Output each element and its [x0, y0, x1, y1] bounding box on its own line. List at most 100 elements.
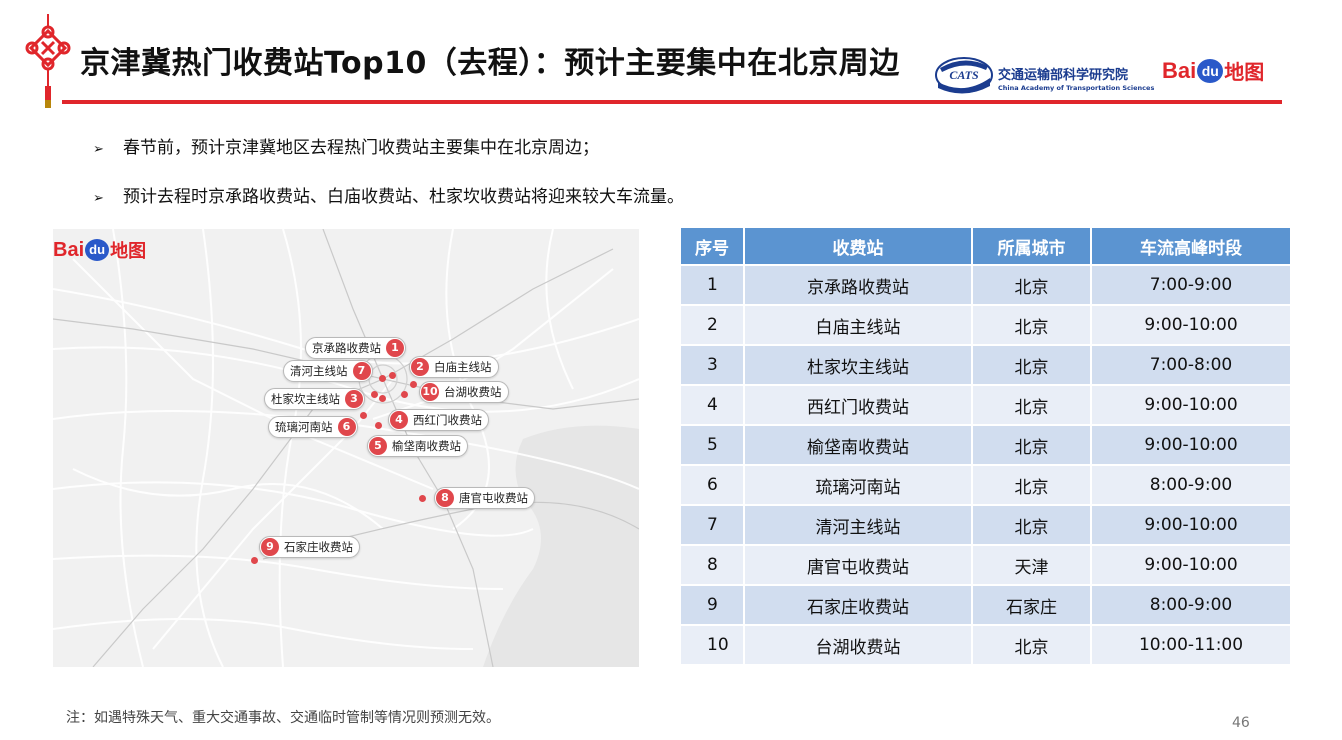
- station-label-text: 杜家坎主线站: [271, 392, 340, 406]
- baidu-logo-ditu: 地图: [110, 241, 147, 261]
- org-name: 交通运输部科学研究院: [998, 68, 1129, 83]
- station-label-text: 白庙主线站: [434, 360, 492, 374]
- table-row: 10 台湖收费站 北京 10:00-11:00: [681, 626, 1290, 664]
- col-header-peak: 车流高峰时段: [1092, 228, 1290, 264]
- cell-peak: 8:00-9:00: [1092, 586, 1290, 624]
- cell-no: 5: [681, 426, 743, 464]
- station-label[interactable]: 杜家坎主线站 3: [264, 388, 365, 410]
- table-row: 3 杜家坎主线站 北京 7:00-8:00: [681, 346, 1290, 384]
- station-dot[interactable]: [410, 381, 417, 388]
- baidu-map-logo: Bai du 地图: [1162, 56, 1264, 85]
- cell-no: 2: [681, 306, 743, 344]
- station-dot[interactable]: [379, 395, 386, 402]
- station-label[interactable]: 琉璃河南站 6: [268, 416, 358, 438]
- station-number-badge: 5: [369, 437, 387, 455]
- station-dot[interactable]: [360, 412, 367, 419]
- cell-city: 北京: [973, 386, 1090, 424]
- station-number-badge: 8: [436, 489, 454, 507]
- bullet-text: 预计去程时京承路收费站、白庙收费站、杜家坎收费站将迎来较大车流量。: [123, 187, 684, 207]
- station-number-badge: 7: [352, 362, 371, 380]
- cell-station: 西红门收费站: [745, 386, 971, 424]
- cell-city: 北京: [973, 346, 1090, 384]
- cell-city: 北京: [973, 626, 1090, 664]
- table-row: 5 榆垡南收费站 北京 9:00-10:00: [681, 426, 1290, 464]
- station-label[interactable]: 10 台湖收费站: [419, 381, 509, 403]
- cell-city: 北京: [973, 466, 1090, 504]
- cell-no: 7: [681, 506, 743, 544]
- cell-city: 北京: [973, 506, 1090, 544]
- cell-station: 清河主线站: [745, 506, 971, 544]
- station-label-text: 台湖收费站: [444, 385, 502, 399]
- cats-logo-text: CATS: [949, 68, 979, 82]
- page-title: 京津冀热门收费站Top10（去程）：预计主要集中在北京周边: [80, 46, 900, 81]
- cell-no: 1: [681, 266, 743, 304]
- station-label[interactable]: 京承路收费站 1: [305, 337, 406, 359]
- station-label-text: 石家庄收费站: [284, 540, 353, 554]
- cell-peak: 10:00-11:00: [1092, 626, 1290, 664]
- cell-no: 3: [681, 346, 743, 384]
- table-row: 1 京承路收费站 北京 7:00-9:00: [681, 266, 1290, 304]
- baidu-logo-ditu: 地图: [1224, 62, 1265, 84]
- cell-city: 北京: [973, 306, 1090, 344]
- station-label[interactable]: 8 唐官屯收费站: [434, 487, 535, 509]
- station-label-text: 琉璃河南站: [275, 420, 333, 434]
- table-header-row: 序号 收费站 所属城市 车流高峰时段: [681, 228, 1290, 264]
- baidu-logo-du: du: [89, 242, 106, 257]
- cell-peak: 9:00-10:00: [1092, 426, 1290, 464]
- col-header-city: 所属城市: [973, 228, 1090, 264]
- cell-no: 8: [681, 546, 743, 584]
- cell-station: 石家庄收费站: [745, 586, 971, 624]
- station-dot[interactable]: [389, 372, 396, 379]
- title-underline: [62, 100, 1282, 104]
- station-label-text: 京承路收费站: [312, 341, 381, 355]
- cell-no: 6: [681, 466, 743, 504]
- cell-peak: 9:00-10:00: [1092, 306, 1290, 344]
- cell-no: 10: [681, 626, 743, 664]
- cell-peak: 9:00-10:00: [1092, 386, 1290, 424]
- table-row: 6 琉璃河南站 北京 8:00-9:00: [681, 466, 1290, 504]
- toll-station-table: 序号 收费站 所属城市 车流高峰时段 1 京承路收费站 北京 7:00-9:00…: [679, 226, 1292, 666]
- cell-station: 榆垡南收费站: [745, 426, 971, 464]
- bullet-text: 春节前，预计京津冀地区去程热门收费站主要集中在北京周边；: [123, 138, 599, 158]
- station-dot[interactable]: [379, 375, 386, 382]
- table-row: 2 白庙主线站 北京 9:00-10:00: [681, 306, 1290, 344]
- baidu-logo-bai: Bai: [1162, 57, 1197, 83]
- station-label-text: 榆垡南收费站: [392, 439, 461, 453]
- cell-peak: 9:00-10:00: [1092, 546, 1290, 584]
- baidu-paw-icon: du: [1197, 58, 1224, 83]
- baidu-paw-icon: du: [85, 239, 110, 261]
- baidu-logo-du: du: [1201, 62, 1219, 79]
- station-dot[interactable]: [401, 391, 408, 398]
- station-label[interactable]: 清河主线站 7: [283, 360, 373, 382]
- station-dot[interactable]: [419, 495, 426, 502]
- station-label[interactable]: 4 西红门收费站: [388, 409, 489, 431]
- station-number-badge: 9: [261, 538, 279, 556]
- baidu-map-logo: Bai du 地图: [53, 237, 146, 263]
- station-label[interactable]: 5 榆垡南收费站: [367, 435, 468, 457]
- toll-station-map[interactable]: Bai du 地图 京承路收费站 1 2 白庙主线站 杜家坎主线站 3 4 西红门收费站…: [53, 229, 639, 667]
- station-dot[interactable]: [251, 557, 258, 564]
- cell-peak: 8:00-9:00: [1092, 466, 1290, 504]
- table-row: 7 清河主线站 北京 9:00-10:00: [681, 506, 1290, 544]
- station-dot[interactable]: [375, 422, 382, 429]
- map-roads: [53, 229, 639, 667]
- cell-city: 北京: [973, 266, 1090, 304]
- cats-logo-icon: CATS: [935, 57, 993, 94]
- table-row: 8 唐官屯收费站 天津 9:00-10:00: [681, 546, 1290, 584]
- cell-station: 京承路收费站: [745, 266, 971, 304]
- cell-station: 唐官屯收费站: [745, 546, 971, 584]
- cell-station: 杜家坎主线站: [745, 346, 971, 384]
- cell-city: 石家庄: [973, 586, 1090, 624]
- station-label[interactable]: 2 白庙主线站: [409, 356, 499, 378]
- station-label[interactable]: 9 石家庄收费站: [259, 536, 360, 558]
- bullet-arrow-icon: ➢: [93, 142, 104, 157]
- station-label-text: 西红门收费站: [413, 413, 482, 427]
- footnote: 注：如遇特殊天气、重大交通事故、交通临时管制等情况则预测无效。: [66, 710, 500, 726]
- station-dot[interactable]: [371, 391, 378, 398]
- chinese-knot-icon: [25, 14, 71, 108]
- station-label-text: 唐官屯收费站: [459, 491, 528, 505]
- station-number-badge: 4: [390, 411, 408, 429]
- station-number-badge: 2: [411, 358, 429, 376]
- station-label-text: 清河主线站: [290, 364, 348, 378]
- cell-city: 北京: [973, 426, 1090, 464]
